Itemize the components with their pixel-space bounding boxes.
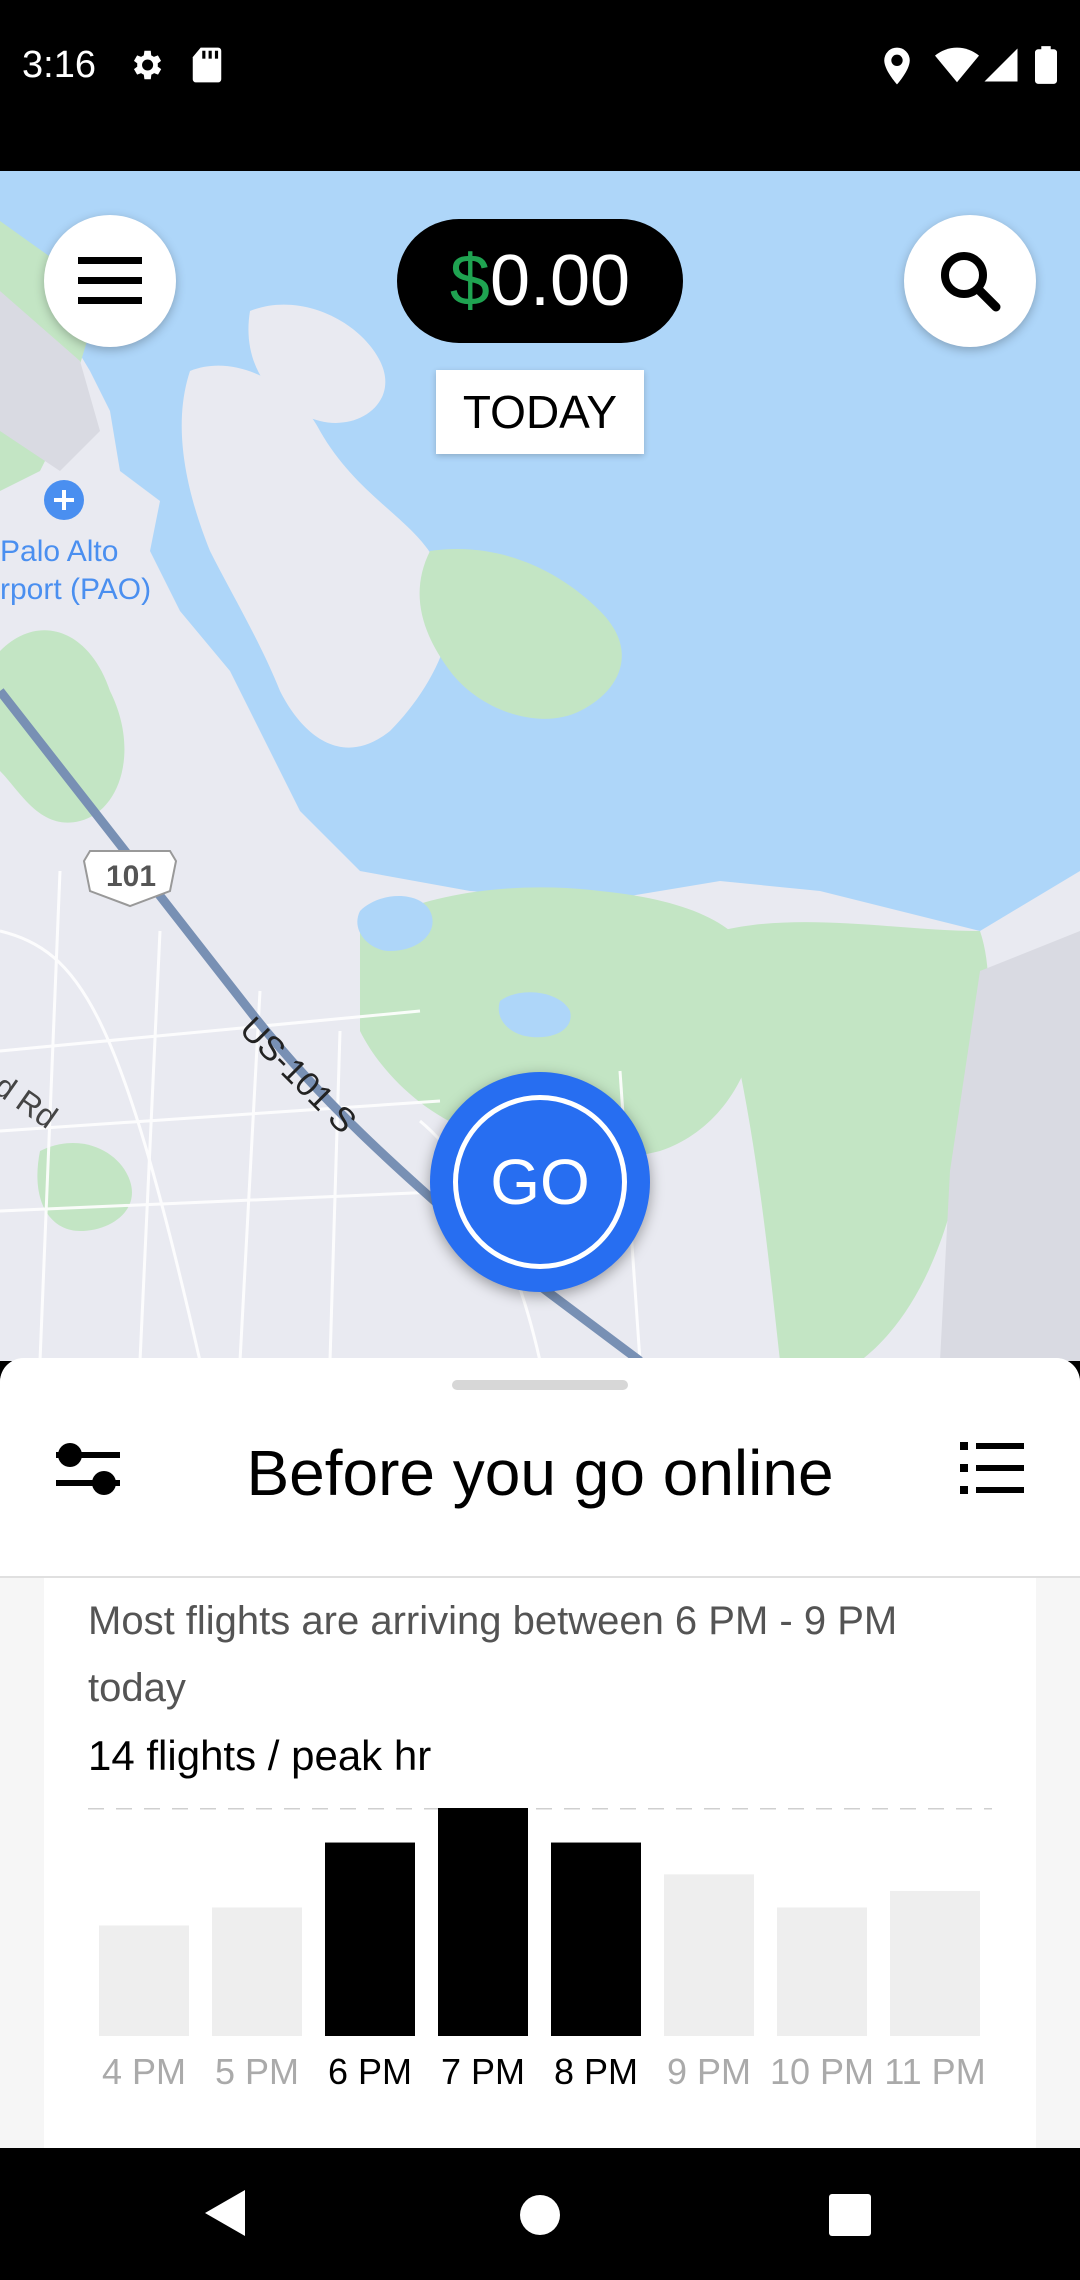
tick-label-10-pm: 10 PM — [770, 2051, 874, 2092]
bar-6-pm — [325, 1842, 415, 2036]
go-online-button[interactable]: GO — [430, 1072, 650, 1292]
sheet-header: Before you go online — [0, 1358, 1080, 1578]
cell-signal-icon — [984, 48, 1018, 82]
tick-label-6-pm: 6 PM — [328, 2051, 412, 2092]
tick-label-8-pm: 8 PM — [554, 2051, 638, 2092]
earnings-currency: $ — [449, 241, 490, 321]
flights-description: Most flights are arriving between 6 PM -… — [88, 1599, 898, 1710]
hamburger-icon — [78, 257, 142, 304]
search-icon — [941, 252, 1001, 312]
status-bar: 3:16 — [0, 0, 1080, 171]
flights-bar-chart: 4 PM 5 PM 6 PM 7 PM 8 PM 9 PM 10 PM 11 PM — [88, 1808, 992, 2092]
gear-icon — [133, 50, 162, 80]
earnings-period-label: TODAY — [436, 370, 644, 454]
bar-5-pm — [212, 1907, 302, 2036]
tick-label-11-pm: 11 PM — [884, 2051, 985, 2092]
bar-9-pm — [664, 1874, 754, 2036]
tick-label-4-pm: 4 PM — [102, 2051, 186, 2092]
bottom-sheet: Before you go online Most flights are ar… — [0, 1358, 1080, 2148]
airport-label-line1: Palo Alto — [0, 535, 118, 568]
bar-4-pm — [99, 1925, 189, 2036]
bar-7-pm — [438, 1808, 528, 2036]
list-icon[interactable] — [960, 1442, 1024, 1494]
tick-label-9-pm: 9 PM — [667, 2051, 751, 2092]
go-button-label: GO — [453, 1095, 627, 1269]
earnings-pill[interactable]: $0.00 — [397, 219, 683, 343]
highway-shield-label: 101 — [106, 860, 156, 893]
wifi-icon — [935, 47, 979, 83]
earnings-amount: 0.00 — [489, 241, 631, 321]
location-icon — [884, 47, 910, 85]
tick-label-7-pm: 7 PM — [441, 2051, 525, 2092]
bar-11-pm — [890, 1890, 980, 2036]
status-time: 3:16 — [22, 44, 96, 86]
recents-icon[interactable] — [829, 2194, 871, 2236]
tick-label-5-pm: 5 PM — [215, 2051, 299, 2092]
sd-card-icon — [192, 47, 222, 83]
bar-8-pm — [551, 1842, 641, 2036]
bar-10-pm — [777, 1907, 867, 2036]
battery-icon — [1035, 46, 1057, 84]
home-icon[interactable] — [519, 2194, 561, 2236]
navigation-bar — [0, 2148, 1080, 2280]
sheet-drag-handle[interactable] — [452, 1380, 628, 1390]
flights-card: Most flights are arriving between 6 PM -… — [44, 1578, 1036, 2148]
back-icon[interactable] — [205, 2190, 245, 2236]
sheet-title: Before you go online — [246, 1437, 834, 1509]
search-button[interactable] — [904, 215, 1036, 347]
menu-button[interactable] — [44, 215, 176, 347]
flights-peak-label: 14 flights / peak hr — [88, 1732, 432, 1779]
airport-label-line2: rport (PAO) — [0, 573, 151, 606]
